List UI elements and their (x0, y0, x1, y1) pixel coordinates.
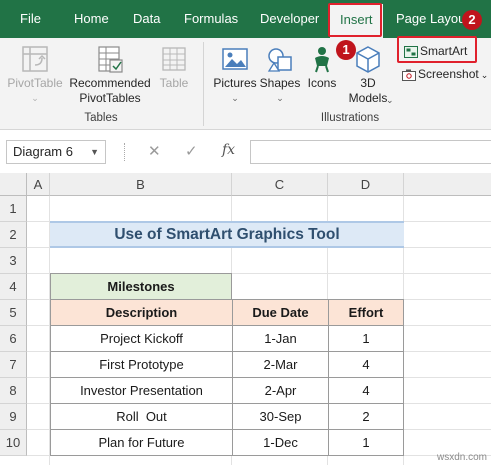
cell-effort[interactable]: 4 (328, 351, 404, 378)
cell-description[interactable]: First Prototype (50, 351, 233, 378)
formula-bar: Diagram 6 ▼ ✕ ✓ fx (0, 130, 491, 173)
ribbon-tab-bar: File Home Data Formulas Developer Insert… (0, 0, 491, 38)
cell-due-date[interactable]: 1-Jan (232, 325, 329, 352)
tab-file[interactable]: File (20, 0, 41, 38)
cancel-icon[interactable]: ✕ (148, 142, 161, 160)
pictures-icon (222, 48, 248, 70)
cell-effort[interactable]: 4 (328, 377, 404, 404)
column-header-c[interactable]: C (232, 173, 328, 196)
header-description[interactable]: Description (50, 299, 233, 326)
shapes-icon (267, 48, 292, 72)
ribbon: PivotTable ⌄ Recommended PivotTables Tab… (0, 36, 491, 130)
screenshot-dropdown-icon: ⌄ (480, 70, 489, 80)
recommended-pivottables-button[interactable]: Recommended PivotTables (66, 44, 154, 106)
cell-description[interactable]: Investor Presentation (50, 377, 233, 404)
cube-icon (356, 46, 380, 73)
pivot-table-dropdown-icon: ⌄ (31, 93, 39, 103)
shapes-dropdown-icon: ⌄ (276, 93, 284, 103)
formula-bar-grip[interactable] (124, 143, 126, 161)
header-due-date[interactable]: Due Date (232, 299, 329, 326)
row-header-10[interactable]: 10 (0, 430, 27, 456)
insert-function-icon[interactable]: fx (222, 142, 235, 158)
watermark: wsxdn.com (436, 452, 487, 463)
tab-page-layout[interactable]: Page Layout (396, 0, 469, 38)
3d-models-label-1: 3D (360, 76, 376, 90)
smartart-highlight (397, 36, 477, 63)
pictures-dropdown-icon: ⌄ (231, 93, 239, 103)
tab-developer[interactable]: Developer (260, 0, 319, 38)
tab-home[interactable]: Home (74, 0, 109, 38)
tab-data[interactable]: Data (133, 0, 160, 38)
select-all-corner[interactable] (0, 173, 27, 196)
cell-effort[interactable]: 1 (328, 325, 404, 352)
3d-models-dropdown-icon: ⌄ (386, 95, 394, 105)
cell-description[interactable]: Plan for Future (50, 429, 233, 456)
cell-effort[interactable]: 2 (328, 403, 404, 430)
step-marker-1: 1 (336, 40, 356, 60)
screenshot-button[interactable]: Screenshot ⌄ (402, 66, 488, 83)
group-illustrations-label: Illustrations (320, 112, 380, 124)
recommended-pivottables-label-1: Recommended (69, 76, 151, 90)
row-header-3[interactable]: 3 (0, 248, 27, 274)
name-box-value: Diagram 6 (13, 144, 73, 159)
step-marker-2: 2 (462, 10, 482, 30)
row-header-7[interactable]: 7 (0, 352, 27, 378)
pivot-table-button[interactable]: PivotTable ⌄ (6, 44, 64, 106)
camera-icon (402, 69, 416, 81)
cell-due-date[interactable]: 1-Dec (232, 429, 329, 456)
cell-due-date[interactable]: 2-Mar (232, 351, 329, 378)
table-icon (162, 47, 186, 71)
table-button[interactable]: Table (156, 44, 192, 91)
screenshot-label: Screenshot (418, 67, 479, 81)
row-header-9[interactable]: 9 (0, 404, 27, 430)
ribbon-separator (203, 42, 204, 126)
cell-description[interactable]: Project Kickoff (50, 325, 233, 352)
tab-formulas[interactable]: Formulas (184, 0, 238, 38)
icons-label: Icons (307, 76, 337, 90)
milestones-cell[interactable]: Milestones (50, 273, 232, 300)
icons-icon (315, 47, 329, 73)
title-cell[interactable]: Use of SmartArt Graphics Tool (50, 221, 404, 248)
row-header-5[interactable]: 5 (0, 300, 27, 326)
worksheet-grid: A B C D 1 2 3 4 5 6 7 8 9 10 Use of Smar… (0, 173, 491, 465)
cell-due-date[interactable]: 2-Apr (232, 377, 329, 404)
pivot-table-icon (22, 46, 48, 72)
pictures-label: Pictures (213, 76, 257, 90)
insert-tab-highlight (328, 3, 382, 37)
row-header-4[interactable]: 4 (0, 274, 27, 300)
cell-due-date[interactable]: 30-Sep (232, 403, 329, 430)
column-header-e[interactable] (404, 173, 491, 196)
pictures-button[interactable]: Pictures ⌄ (210, 44, 260, 106)
row-header-1[interactable]: 1 (0, 196, 27, 222)
row-header-2[interactable]: 2 (0, 222, 27, 248)
name-box-dropdown-icon[interactable]: ▼ (90, 141, 99, 163)
shapes-label: Shapes (259, 76, 301, 90)
group-tables-label: Tables (84, 112, 118, 124)
recommended-pivottables-icon (98, 46, 123, 73)
column-header-d[interactable]: D (328, 173, 404, 196)
cell-description[interactable]: Roll Out (50, 403, 233, 430)
column-header-b[interactable]: B (50, 173, 232, 196)
table-label: Table (159, 76, 189, 90)
pivot-table-label: PivotTable (7, 76, 63, 90)
enter-icon[interactable]: ✓ (185, 142, 198, 160)
row-header-6[interactable]: 6 (0, 326, 27, 352)
name-box[interactable]: Diagram 6 ▼ (6, 140, 106, 164)
cell-effort[interactable]: 1 (328, 429, 404, 456)
formula-input[interactable] (250, 140, 491, 164)
recommended-pivottables-label-2: PivotTables (79, 91, 141, 105)
column-header-a[interactable]: A (27, 173, 50, 196)
shapes-button[interactable]: Shapes ⌄ (258, 44, 302, 106)
row-header-8[interactable]: 8 (0, 378, 27, 404)
header-effort[interactable]: Effort (328, 299, 404, 326)
